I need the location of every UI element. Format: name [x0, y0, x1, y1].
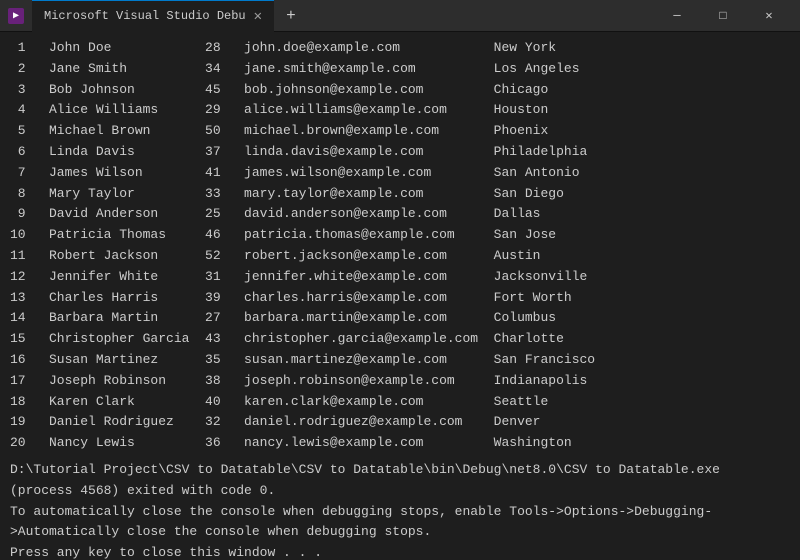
- table-row: 10 Patricia Thomas 46 patricia.thomas@ex…: [10, 225, 790, 246]
- table-row: 3 Bob Johnson 45 bob.johnson@example.com…: [10, 80, 790, 101]
- table-row: 9 David Anderson 25 david.anderson@examp…: [10, 204, 790, 225]
- table-row: 6 Linda Davis 37 linda.davis@example.com…: [10, 142, 790, 163]
- table-row: 20 Nancy Lewis 36 nancy.lewis@example.co…: [10, 433, 790, 454]
- title-bar: ▶ Microsoft Visual Studio Debu ✕ + ─ □ ✕: [0, 0, 800, 32]
- table-row: 7 James Wilson 41 james.wilson@example.c…: [10, 163, 790, 184]
- maximize-button[interactable]: □: [700, 0, 746, 32]
- table-row: 19 Daniel Rodriguez 32 daniel.rodriguez@…: [10, 412, 790, 433]
- table-row: 16 Susan Martinez 35 susan.martinez@exam…: [10, 350, 790, 371]
- table-row: 2 Jane Smith 34 jane.smith@example.com L…: [10, 59, 790, 80]
- app-icon: ▶: [8, 8, 24, 24]
- data-table: 1 John Doe 28 john.doe@example.com New Y…: [10, 38, 790, 454]
- table-row: 5 Michael Brown 50 michael.brown@example…: [10, 121, 790, 142]
- add-tab-button[interactable]: +: [286, 7, 296, 25]
- table-row: 18 Karen Clark 40 karen.clark@example.co…: [10, 392, 790, 413]
- table-row: 15 Christopher Garcia 43 christopher.gar…: [10, 329, 790, 350]
- table-row: 11 Robert Jackson 52 robert.jackson@exam…: [10, 246, 790, 267]
- table-row: 14 Barbara Martin 27 barbara.martin@exam…: [10, 308, 790, 329]
- table-row: 17 Joseph Robinson 38 joseph.robinson@ex…: [10, 371, 790, 392]
- console-area: 1 John Doe 28 john.doe@example.com New Y…: [0, 32, 800, 560]
- table-row: 4 Alice Williams 29 alice.williams@examp…: [10, 100, 790, 121]
- tab-close-icon[interactable]: ✕: [254, 8, 262, 25]
- close-button[interactable]: ✕: [746, 0, 792, 32]
- table-row: 13 Charles Harris 39 charles.harris@exam…: [10, 288, 790, 309]
- tab-active[interactable]: Microsoft Visual Studio Debu ✕: [32, 0, 274, 32]
- status-line-3: Press any key to close this window . . .: [10, 543, 790, 560]
- status-area: D:\Tutorial Project\CSV to Datatable\CSV…: [10, 460, 790, 560]
- table-row: 1 John Doe 28 john.doe@example.com New Y…: [10, 38, 790, 59]
- minimize-button[interactable]: ─: [654, 0, 700, 32]
- table-row: 12 Jennifer White 31 jennifer.white@exam…: [10, 267, 790, 288]
- tab-label: Microsoft Visual Studio Debu: [44, 9, 246, 23]
- table-row: 8 Mary Taylor 33 mary.taylor@example.com…: [10, 184, 790, 205]
- status-line-2: To automatically close the console when …: [10, 502, 790, 544]
- status-line-1: D:\Tutorial Project\CSV to Datatable\CSV…: [10, 460, 790, 502]
